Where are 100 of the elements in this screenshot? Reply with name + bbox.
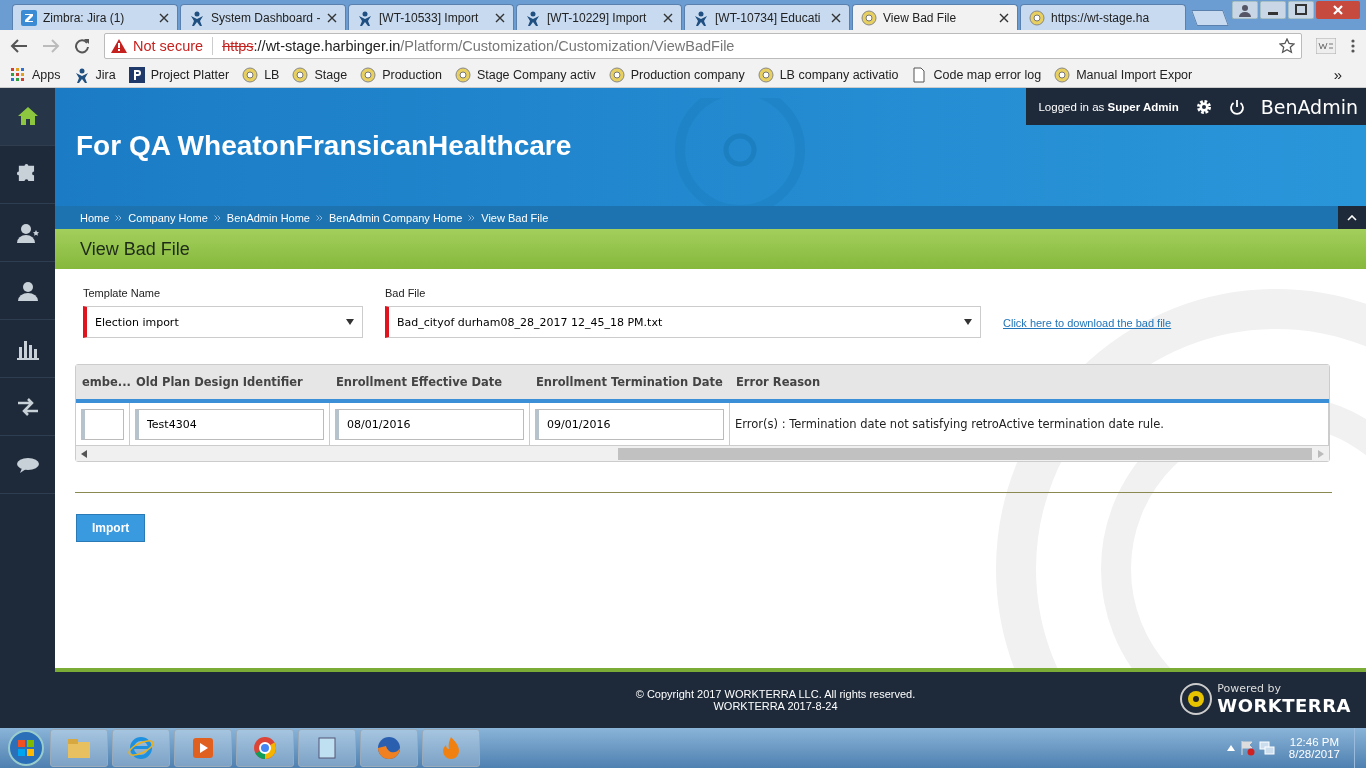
- url-text: https://wt-stage.harbinger.in/Platform/Customization/Customization/ViewBadFile: [222, 38, 735, 54]
- brand-name: WORKTERRA: [1217, 695, 1351, 716]
- field-label: Bad File: [385, 287, 427, 299]
- browser-tab[interactable]: [WT-10533] Import: [348, 4, 514, 30]
- user-icon[interactable]: [1232, 1, 1258, 19]
- figure-icon: [189, 9, 205, 26]
- back-arrow-icon[interactable]: [10, 38, 28, 54]
- cell-input[interactable]: Test4304: [135, 408, 324, 440]
- browser-globe-icon: [127, 734, 155, 762]
- bookmark[interactable]: Jira: [73, 66, 116, 83]
- double-chevron-icon: [213, 214, 221, 221]
- sidebar-item[interactable]: [0, 88, 55, 146]
- tab-title: View Bad File: [883, 10, 958, 25]
- bookmark[interactable]: Production: [360, 66, 442, 83]
- close-icon[interactable]: [495, 12, 505, 23]
- bookmark[interactable]: Stage Company activ: [454, 66, 596, 83]
- close-icon[interactable]: [999, 12, 1009, 23]
- browser-tab[interactable]: Zimbra: Jira (1): [12, 4, 178, 30]
- bookmark[interactable]: Apps: [10, 66, 61, 83]
- cell-input[interactable]: 09/01/2016: [535, 408, 724, 440]
- star-icon[interactable]: [1279, 38, 1295, 54]
- page-title: View Bad File: [55, 229, 1366, 269]
- taskbar-app[interactable]: [236, 729, 294, 767]
- breadcrumb-link[interactable]: View Bad File: [481, 211, 549, 224]
- browser-tab[interactable]: [WT-10734] Educati: [684, 4, 850, 30]
- globe-icon: [1054, 66, 1071, 83]
- cell-input[interactable]: [81, 408, 124, 440]
- globe-icon: [242, 66, 259, 83]
- login-status: Logged in as Super Admin: [1038, 100, 1179, 113]
- double-chevron-icon: [115, 214, 123, 221]
- bookmark[interactable]: Production company: [608, 66, 745, 83]
- bookmark[interactable]: Manual Import Expor: [1054, 66, 1193, 83]
- security-warning[interactable]: Not secure: [133, 38, 204, 54]
- powered-by-text: Powered by: [1217, 682, 1283, 695]
- globe-icon: [454, 66, 471, 83]
- figure-icon: [525, 9, 541, 26]
- copyright-text: © Copyright 2017 WORKTERRA LLC. All rights reserved.: [635, 688, 916, 700]
- cell-input[interactable]: 08/01/2016: [335, 408, 524, 440]
- address-bar[interactable]: Not secure https://wt-stage.harbinger.in/Platform/Customization/Customization/ViewBadFile: [104, 33, 1302, 59]
- close-icon[interactable]: [327, 12, 337, 23]
- double-chevron-icon: [316, 214, 323, 221]
- figure-icon: [693, 9, 709, 26]
- start-button-icon[interactable]: [6, 728, 46, 768]
- reload-icon[interactable]: [74, 38, 90, 54]
- power-icon[interactable]: [1228, 98, 1245, 115]
- globe-icon: [757, 66, 774, 83]
- browser-tab[interactable]: [WT-10229] Import: [516, 4, 682, 30]
- scroll-left-icon[interactable]: [81, 449, 87, 458]
- tab-title: System Dashboard -: [211, 10, 321, 25]
- p-logo-icon: [128, 66, 145, 83]
- caret-icon: [964, 319, 972, 325]
- download-link[interactable]: Click here to download the bad file: [1003, 317, 1172, 329]
- close-icon[interactable]: [159, 12, 169, 23]
- settings-icon[interactable]: [1194, 97, 1213, 116]
- apps-grid-icon: [10, 66, 26, 83]
- breadcrumb-link[interactable]: BenAdmin Home: [226, 211, 310, 224]
- bookmark[interactable]: LB company activatio: [757, 66, 899, 83]
- breadcrumb-link[interactable]: BenAdmin Company Home: [329, 211, 463, 224]
- taskbar-app[interactable]: [298, 729, 356, 767]
- page-icon: [911, 66, 928, 83]
- bookmark[interactable]: Code map error log: [911, 66, 1042, 83]
- taskbar-app[interactable]: [360, 729, 418, 767]
- more-bookmarks-button[interactable]: »: [1333, 66, 1356, 83]
- scroll-thumb[interactable]: [618, 447, 1312, 460]
- close-icon[interactable]: [831, 12, 841, 23]
- breadcrumb-link[interactable]: Home: [80, 211, 110, 224]
- extension-icon[interactable]: [1316, 38, 1336, 54]
- browser-tab[interactable]: System Dashboard -: [180, 4, 346, 30]
- bookmark[interactable]: Stage: [292, 66, 348, 83]
- column-header[interactable]: Enrollment Effective Date: [330, 375, 530, 389]
- minimize-icon[interactable]: [1260, 1, 1286, 19]
- flag-icon[interactable]: [1238, 740, 1255, 756]
- tab-title: [WT-10533] Import: [379, 10, 480, 25]
- horizontal-scrollbar[interactable]: [76, 445, 1329, 461]
- browser-tab[interactable]: https://wt-stage.ha: [1020, 4, 1186, 30]
- warning-icon: [111, 39, 127, 53]
- breadcrumb-link[interactable]: Company Home: [128, 211, 208, 224]
- tab-title: Zimbra: Jira (1): [43, 10, 126, 25]
- field-label: Template Name: [83, 287, 162, 299]
- new-tab-button[interactable]: [1191, 10, 1229, 26]
- network-icon[interactable]: [1258, 740, 1275, 756]
- double-chevron-icon: [468, 214, 476, 221]
- column-header[interactable]: Old Plan Design Identifier: [130, 375, 330, 389]
- column-header[interactable]: Enrollment Termination Date: [530, 375, 730, 389]
- column-header[interactable]: embe...: [76, 375, 130, 389]
- menu-icon[interactable]: [1350, 38, 1356, 54]
- maximize-icon[interactable]: [1288, 1, 1314, 19]
- dropdown[interactable]: Election import: [83, 306, 363, 338]
- browser-tab[interactable]: View Bad File: [852, 4, 1018, 30]
- dropdown[interactable]: Bad_cityof durham08_28_2017 12_45_18 PM.txt: [385, 306, 981, 338]
- collapse-button[interactable]: [1338, 206, 1366, 229]
- round-browser-icon: [251, 734, 279, 762]
- bookmark[interactable]: Project Platter: [128, 66, 230, 83]
- globe-icon: [608, 66, 625, 83]
- figure-icon: [357, 9, 373, 26]
- close-icon[interactable]: [663, 12, 673, 23]
- tray-arrow-icon[interactable]: [1226, 745, 1235, 751]
- globe-icon: [861, 9, 877, 26]
- column-header[interactable]: Error Reason: [730, 375, 1329, 389]
- bookmark[interactable]: LB: [242, 66, 280, 83]
